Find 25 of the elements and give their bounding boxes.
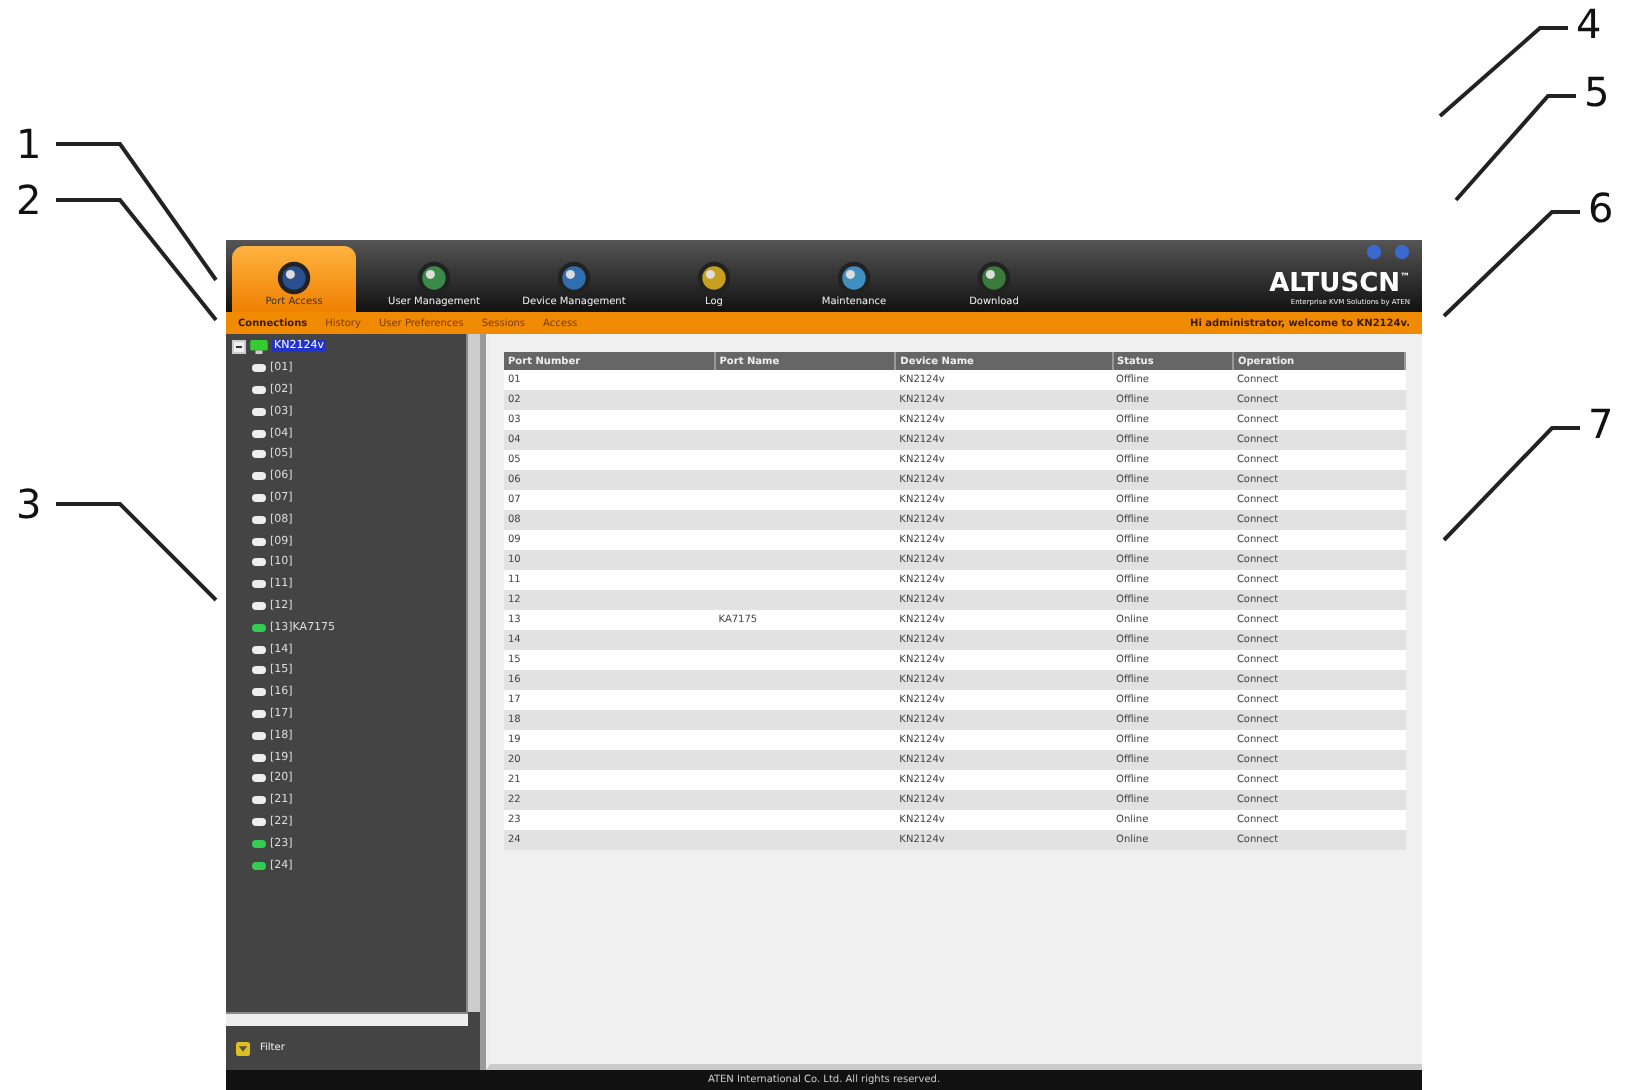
- globe-icon: [976, 260, 1012, 296]
- device-icon: [250, 339, 268, 354]
- callout-number: 5: [1584, 72, 1610, 112]
- globe-icon: [416, 260, 452, 296]
- scrollbar[interactable]: [466, 334, 480, 1012]
- callout-number: 1: [16, 124, 42, 164]
- leader-line: [1442, 426, 1580, 542]
- callout-number: 4: [1576, 4, 1602, 44]
- globe-icon: [696, 260, 732, 296]
- filter-icon: [236, 1041, 250, 1055]
- leader-line: [1454, 94, 1576, 202]
- globe-icon: [836, 260, 872, 296]
- logo: ALTUSCN$^{™}$: [1269, 266, 1410, 299]
- globe-icon: [556, 260, 592, 296]
- collapse-toggle[interactable]: [232, 339, 246, 354]
- leader-line: [1442, 210, 1580, 318]
- callout-number: 7: [1588, 404, 1614, 444]
- callout-number: 6: [1588, 188, 1614, 228]
- globe-icon: [276, 260, 312, 296]
- leader-line: [1438, 26, 1568, 118]
- logout-button[interactable]: [1394, 244, 1410, 260]
- callout-number: 2: [16, 180, 42, 220]
- help-button[interactable]: [1366, 244, 1382, 260]
- callout-number: 3: [16, 484, 42, 524]
- scrollbar[interactable]: [226, 1012, 468, 1026]
